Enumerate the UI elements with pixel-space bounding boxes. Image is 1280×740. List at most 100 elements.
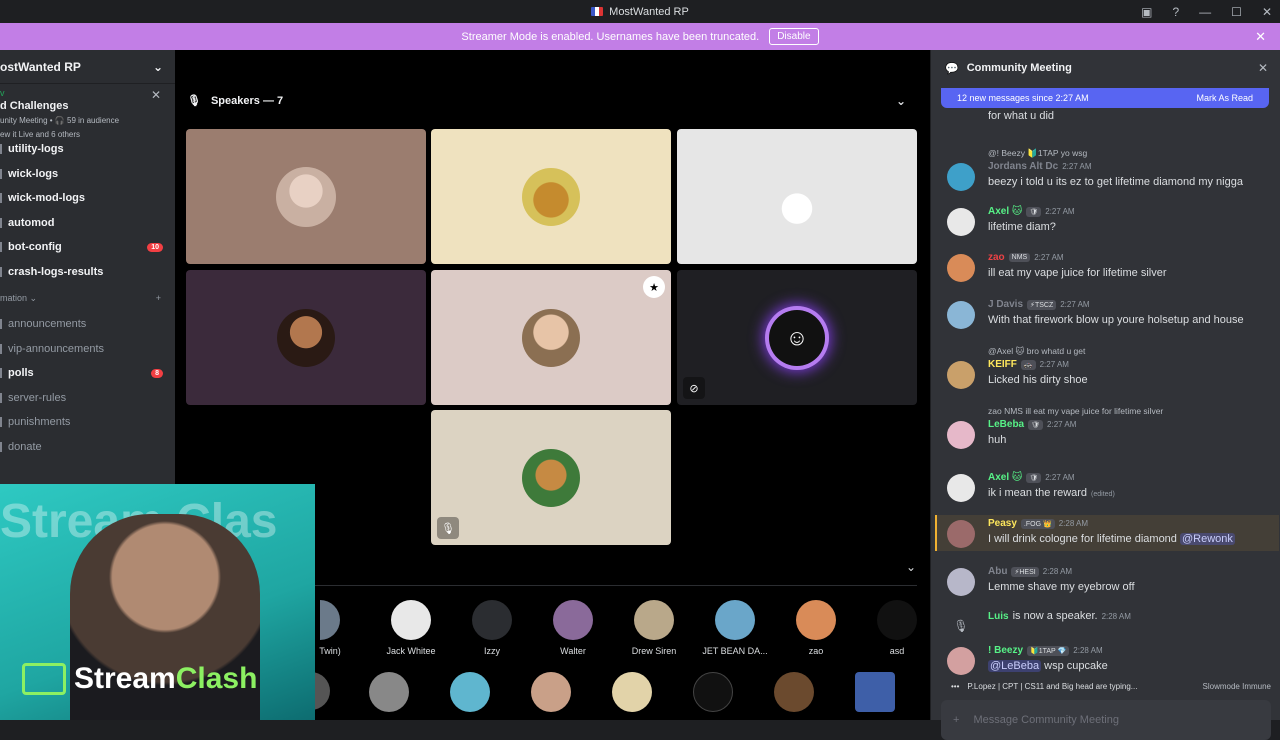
username[interactable]: J Davis	[988, 299, 1023, 310]
username[interactable]: Jordans Alt Dc	[988, 161, 1058, 172]
username[interactable]: Axel 🐱	[988, 206, 1022, 217]
avatar[interactable]	[531, 672, 571, 712]
mark-as-read-button[interactable]: Mark As Read	[1196, 93, 1253, 103]
speaker-tile[interactable]	[431, 129, 671, 264]
avatar[interactable]	[855, 672, 895, 712]
channel-item[interactable]: server-rules	[0, 386, 175, 411]
message-composer[interactable]: + Message Community Meeting	[941, 700, 1271, 740]
server-header[interactable]: ostWanted RP ⌄	[0, 50, 175, 84]
collapse-chevron-icon[interactable]: ⌄	[896, 94, 906, 108]
audience-member[interactable]: JET BEAN DA...	[695, 600, 775, 656]
reply-preview[interactable]: @Axel 🐱 bro whatd u get	[988, 346, 1085, 357]
help-icon[interactable]: ?	[1172, 5, 1179, 19]
audience-collapse-chevron-icon[interactable]: ⌄	[906, 560, 916, 574]
avatar[interactable]	[774, 672, 814, 712]
new-messages-bar[interactable]: 12 new messages since 2:27 AM Mark As Re…	[941, 88, 1269, 108]
channel-hash-icon	[0, 368, 3, 379]
speaker-tile[interactable]: ★	[431, 270, 671, 405]
avatar	[796, 600, 836, 640]
live-event-card[interactable]: v d Challenges unity Meeting • 🎧 59 in a…	[0, 84, 175, 139]
channel-item[interactable]: utility-logs	[0, 137, 175, 162]
audience-name: Walter	[560, 646, 586, 656]
disable-streamer-mode-button[interactable]: Disable	[769, 28, 819, 45]
channel-item[interactable]: crash-logs-results	[0, 260, 175, 285]
add-channel-icon[interactable]: +	[156, 293, 161, 303]
channel-item[interactable]: wick-logs	[0, 162, 175, 187]
avatar[interactable]	[947, 520, 975, 548]
username[interactable]: ! Beezy	[988, 645, 1023, 656]
channel-item[interactable]: vip-announcements	[0, 337, 175, 362]
speaker-tile[interactable]	[186, 129, 426, 264]
speaker-tile[interactable]: ☺ ⊘	[677, 270, 917, 405]
channel-label: announcements	[8, 318, 87, 331]
avatar[interactable]	[947, 421, 975, 449]
avatar[interactable]	[947, 568, 975, 596]
speaker-tile[interactable]	[186, 270, 426, 405]
username[interactable]: Abu	[988, 566, 1007, 577]
channel-label: utility-logs	[8, 143, 64, 156]
username[interactable]: Axel 🐱	[988, 472, 1022, 483]
audience-member[interactable]: zao	[776, 600, 856, 656]
category-header[interactable]: mation ⌄ +	[0, 284, 175, 312]
message-header: ! Beezy 🔰1TAP 💎 2:28 AM	[988, 645, 1103, 656]
avatar[interactable]	[947, 208, 975, 236]
channel-label: polls	[8, 367, 34, 380]
timestamp: 2:28 AM	[1101, 611, 1131, 621]
username[interactable]: zao	[988, 252, 1005, 263]
username[interactable]: Luis	[988, 611, 1009, 622]
username[interactable]: Peasy	[988, 518, 1017, 529]
avatar[interactable]	[947, 361, 975, 389]
channel-hash-icon	[0, 441, 3, 452]
avatar[interactable]	[947, 647, 975, 675]
event-subtitle: unity Meeting • 🎧 59 in audience	[0, 116, 120, 125]
message-body: ik i mean the reward (edited)	[988, 487, 1115, 499]
audience-member[interactable]: asd	[857, 600, 937, 656]
close-window-button[interactable]: ✕	[1262, 5, 1272, 19]
inbox-icon[interactable]: ▣	[1141, 5, 1152, 19]
reply-preview[interactable]: @! Beezy 🔰1TAP yo wsg	[988, 148, 1087, 159]
message-body: for what u did	[988, 110, 1054, 122]
avatar[interactable]	[947, 301, 975, 329]
audience-member[interactable]: Jack Whitee	[371, 600, 451, 656]
minimize-button[interactable]: —	[1199, 5, 1211, 19]
audience-member[interactable]: Drew Siren	[614, 600, 694, 656]
channel-item[interactable]: punishments	[0, 410, 175, 435]
channel-item[interactable]: bot-config 10	[0, 235, 175, 260]
maximize-button[interactable]: ☐	[1231, 5, 1242, 19]
channel-item[interactable]: announcements	[0, 312, 175, 337]
streamer-mode-banner: Streamer Mode is enabled. Usernames have…	[0, 23, 1280, 50]
message-text: huh	[988, 434, 1007, 446]
mention[interactable]: @LeBeba	[988, 660, 1042, 672]
reply-preview[interactable]: zao NMS ill eat my vape juice for lifeti…	[988, 406, 1163, 416]
mention[interactable]: @Rewonk	[1179, 533, 1235, 545]
avatar[interactable]	[612, 672, 652, 712]
avatar[interactable]	[947, 474, 975, 502]
channel-item[interactable]: wick-mod-logs	[0, 186, 175, 211]
audience-member[interactable]: Izzy	[452, 600, 532, 656]
channel-item[interactable]: automod	[0, 211, 175, 236]
username[interactable]: KEIFF	[988, 359, 1017, 370]
avatar	[472, 600, 512, 640]
avatar[interactable]	[947, 163, 975, 191]
banner-close-icon[interactable]: ✕	[1255, 29, 1266, 45]
message-text: lifetime diam?	[988, 221, 1056, 233]
speaker-tile[interactable]	[677, 129, 917, 264]
close-chat-icon[interactable]: ✕	[1258, 61, 1268, 75]
message-header: Axel 🐱 🛡 2:27 AM	[988, 472, 1075, 483]
moderator-badge-icon: ★	[643, 276, 665, 298]
channel-item[interactable]: polls 8	[0, 361, 175, 386]
avatar	[877, 600, 917, 640]
avatar[interactable]	[947, 254, 975, 282]
audience-member[interactable]: Walter	[533, 600, 613, 656]
avatar[interactable]: 🎙	[947, 612, 975, 640]
channel-item[interactable]: donate	[0, 435, 175, 460]
avatar[interactable]	[369, 672, 409, 712]
add-attachment-icon[interactable]: +	[953, 714, 959, 726]
channel-hash-icon	[0, 144, 3, 155]
speaker-tile[interactable]: 🎙	[431, 410, 671, 545]
message-input[interactable]: Message Community Meeting	[973, 714, 1119, 726]
close-icon[interactable]: ✕	[151, 88, 161, 102]
username[interactable]: LeBeba	[988, 419, 1024, 430]
avatar[interactable]	[450, 672, 490, 712]
avatar[interactable]	[693, 672, 733, 712]
